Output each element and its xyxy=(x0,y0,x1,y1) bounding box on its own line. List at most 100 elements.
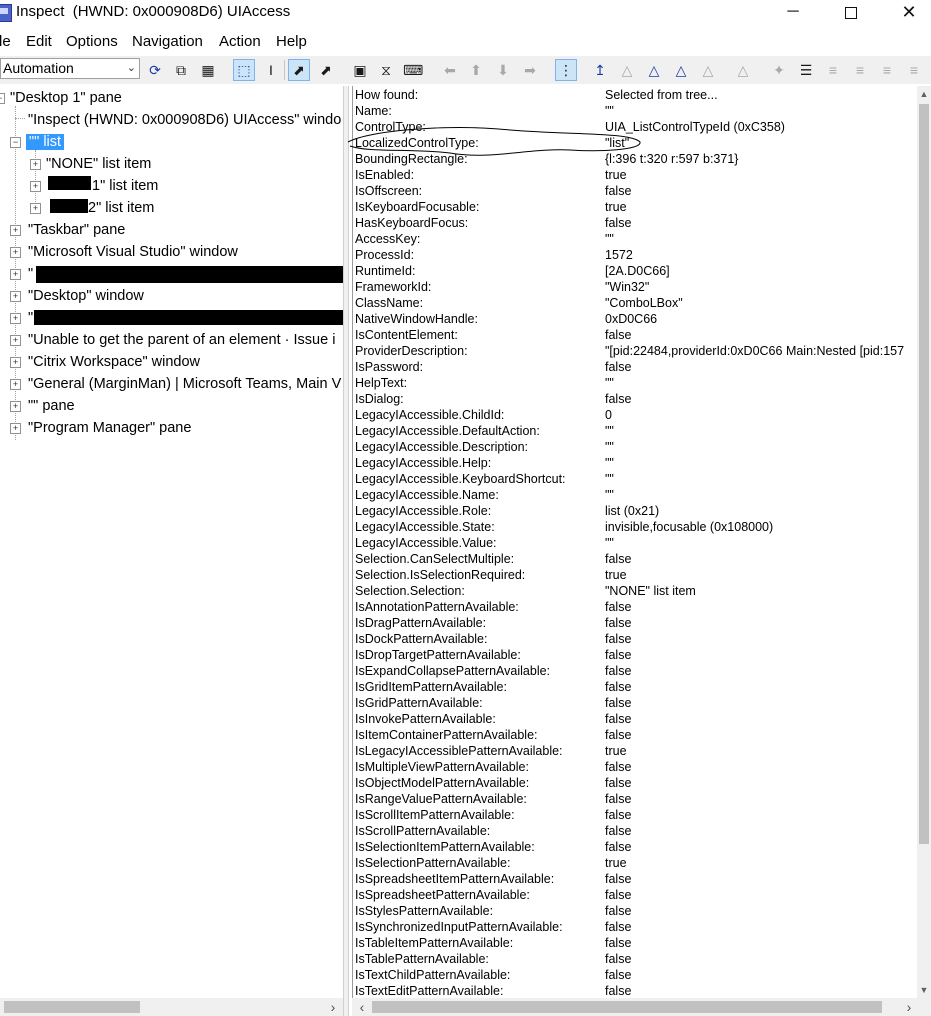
tree-item-redacted-2[interactable]: 2" list item xyxy=(88,198,154,218)
menu-options[interactable]: Options xyxy=(66,33,118,50)
property-name: HasKeyboardFocus: xyxy=(355,216,469,230)
property-value: false xyxy=(605,872,632,886)
property-value: false xyxy=(605,552,632,566)
tree-item-desktop-pane[interactable]: "Desktop 1" pane xyxy=(10,88,122,108)
tree-item-github-issue[interactable]: "Unable to get the parent of an element … xyxy=(28,330,335,350)
scrollbar-thumb[interactable] xyxy=(919,104,929,844)
tree-item-program-manager[interactable]: "Program Manager" pane xyxy=(28,418,191,438)
menu-action[interactable]: Action xyxy=(219,33,261,50)
tree-item-citrix[interactable]: "Citrix Workspace" window xyxy=(28,352,200,372)
tree-item-empty-pane[interactable]: "" pane xyxy=(28,396,75,416)
ancestor-icon[interactable]: △ xyxy=(698,60,718,80)
tree-item-inspect-window[interactable]: "Inspect (HWND: 0x000908D6) UIAccess" wi… xyxy=(28,110,341,130)
descendant-icon[interactable]: △ xyxy=(733,60,753,80)
expand-toggle[interactable]: + xyxy=(10,313,21,324)
scroll-left-icon[interactable]: ‹ xyxy=(354,998,370,1016)
scroll-down-icon[interactable]: ▼ xyxy=(917,982,931,998)
expand-toggle[interactable]: + xyxy=(10,357,21,368)
scroll-up-icon[interactable]: ▲ xyxy=(917,86,931,102)
tree-item-teams[interactable]: "General (MarginMan) | Microsoft Teams, … xyxy=(28,374,341,394)
properties-vertical-scrollbar[interactable]: ▲ ▼ xyxy=(917,86,931,998)
property-name: LegacyIAccessible.DefaultAction: xyxy=(355,424,540,438)
expand-toggle[interactable]: + xyxy=(30,159,41,170)
expand-toggle[interactable]: + xyxy=(10,225,21,236)
refresh-icon[interactable]: ⟳ xyxy=(145,60,165,80)
property-value: "" xyxy=(605,440,614,454)
property-name: IsSpreadsheetPatternAvailable: xyxy=(355,888,530,902)
scrollbar-thumb[interactable] xyxy=(4,1001,140,1013)
rect-icon[interactable]: ▣ xyxy=(350,60,370,80)
pointer-icon[interactable]: ⬈ xyxy=(288,59,310,81)
expand-toggle[interactable]: + xyxy=(30,181,41,192)
toolbar-separator xyxy=(284,60,285,80)
element-tree[interactable]: − "Desktop 1" pane "Inspect (HWND: 0x000… xyxy=(0,86,343,998)
options-icon[interactable]: ☰ xyxy=(796,60,816,80)
parent-icon[interactable]: ↥ xyxy=(590,60,610,80)
tree-item-desktop-window[interactable]: "Desktop" window xyxy=(28,286,144,306)
highlight-rect-icon[interactable]: ⬚ xyxy=(233,59,255,81)
tree-item-visual-studio[interactable]: "Microsoft Visual Studio" window xyxy=(28,242,238,262)
nav-right-icon[interactable]: ➡ xyxy=(520,60,540,80)
expand-toggle[interactable]: + xyxy=(10,269,21,280)
pane-splitter[interactable] xyxy=(343,86,349,1016)
property-value: false xyxy=(605,712,632,726)
expand-toggle[interactable]: + xyxy=(10,247,21,258)
child-icon[interactable]: △ xyxy=(617,60,637,80)
tree-item-list[interactable]: "" list xyxy=(26,132,65,152)
mode-select[interactable]: Automation ⌄ xyxy=(0,58,140,79)
property-name: IsEnabled: xyxy=(355,168,415,182)
expand-toggle[interactable]: + xyxy=(10,423,21,434)
arrange-icon-2[interactable]: ≡ xyxy=(850,60,870,80)
nav-left-icon[interactable]: ⬅ xyxy=(440,60,460,80)
sibling-icon[interactable]: △ xyxy=(644,60,664,80)
wand-icon[interactable]: ✦ xyxy=(769,60,789,80)
expand-toggle[interactable]: + xyxy=(30,203,41,214)
properties-icon[interactable]: ▦ xyxy=(198,60,218,80)
maximize-button[interactable] xyxy=(828,0,874,26)
property-name: LegacyIAccessible.Description: xyxy=(355,440,528,454)
nav-up-icon[interactable]: ⬆ xyxy=(466,60,486,80)
collapse-toggle[interactable]: − xyxy=(10,137,21,148)
copy-icon[interactable]: ⧉ xyxy=(171,60,191,80)
collapse-toggle[interactable]: − xyxy=(0,93,5,104)
minimize-button[interactable]: ─ xyxy=(770,0,816,26)
tree-item-none[interactable]: "NONE" list item xyxy=(46,154,151,174)
property-value: "" xyxy=(605,536,614,550)
nav-down-icon[interactable]: ⬇ xyxy=(493,60,513,80)
expand-icon[interactable]: ≡ xyxy=(877,60,897,80)
property-value: 0xD0C66 xyxy=(605,312,658,326)
property-value: false xyxy=(605,776,632,790)
focus-tracking-icon[interactable]: ⬈ xyxy=(316,60,336,80)
tree-item-redacted-4[interactable]: " xyxy=(28,308,33,328)
property-value: "" xyxy=(605,456,614,470)
arrange-icon[interactable]: ≡ xyxy=(823,60,843,80)
collapse-icon[interactable]: ≡ xyxy=(904,60,924,80)
property-value: false xyxy=(605,936,632,950)
properties-pane[interactable]: How found: Selected from tree... Name: "" Co… xyxy=(352,86,917,998)
scrollbar-thumb[interactable] xyxy=(372,1001,882,1013)
menu-edit[interactable]: Edit xyxy=(26,33,52,50)
expand-toggle[interactable]: + xyxy=(10,291,21,302)
tree-horizontal-scrollbar[interactable]: › xyxy=(0,998,343,1016)
menu-file[interactable]: le xyxy=(0,33,11,50)
scroll-right-icon[interactable]: › xyxy=(325,998,341,1016)
properties-horizontal-scrollbar[interactable]: ‹ › xyxy=(352,998,931,1016)
caret-icon[interactable]: I xyxy=(261,60,281,80)
property-value: false xyxy=(605,840,632,854)
property-name: IsRangeValuePatternAvailable: xyxy=(355,792,527,806)
property-value: false xyxy=(605,616,632,630)
tree-icon[interactable]: △ xyxy=(671,60,691,80)
expand-toggle[interactable]: + xyxy=(10,401,21,412)
scroll-right-icon[interactable]: › xyxy=(901,998,917,1016)
tree-view-icon[interactable]: ⋮ xyxy=(555,59,577,81)
hourglass-icon[interactable]: ⧖ xyxy=(376,60,396,80)
menu-navigation[interactable]: Navigation xyxy=(132,33,203,50)
expand-toggle[interactable]: + xyxy=(10,335,21,346)
keyboard-icon[interactable]: ⌨ xyxy=(403,60,423,80)
menu-help[interactable]: Help xyxy=(276,33,307,50)
close-button[interactable]: ✕ xyxy=(886,0,931,26)
tree-item-redacted-3[interactable]: " xyxy=(28,264,33,284)
tree-item-taskbar[interactable]: "Taskbar" pane xyxy=(28,220,125,240)
tree-item-redacted-1[interactable]: 1" list item xyxy=(92,176,158,196)
expand-toggle[interactable]: + xyxy=(10,379,21,390)
